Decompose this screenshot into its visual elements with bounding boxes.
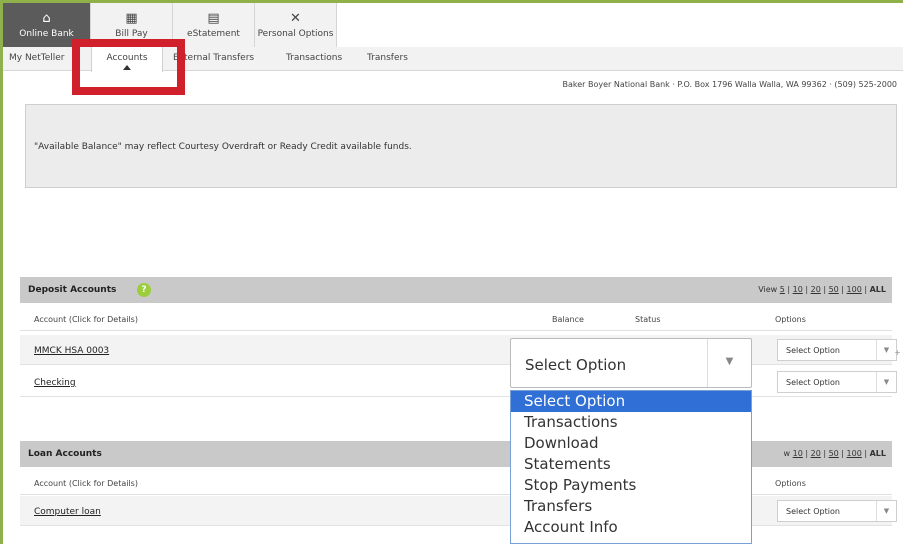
option-transfers[interactable]: Transfers	[511, 496, 751, 517]
options-dropdown[interactable]: Select Option ▼	[510, 338, 752, 388]
section-title: Deposit Accounts	[28, 285, 117, 295]
highlight-box	[72, 39, 185, 95]
tab-label: Personal Options	[257, 28, 334, 39]
view-20-link[interactable]: 20	[811, 285, 821, 294]
option-transactions[interactable]: Transactions	[511, 412, 751, 433]
document-icon: ▤	[207, 10, 220, 26]
view-10-link[interactable]: 10	[793, 449, 803, 458]
option-select-option[interactable]: Select Option	[511, 391, 751, 412]
option-stop-payments[interactable]: Stop Payments	[511, 475, 751, 496]
option-account-info[interactable]: Account Info	[511, 517, 751, 538]
select-label: Select Option	[786, 378, 840, 387]
view-pager: w 10 | 20 | 50 | 100 | ALL	[783, 449, 886, 458]
home-icon: ⌂	[42, 10, 51, 26]
section-title: Loan Accounts	[28, 449, 102, 459]
column-account: Account (Click for Details)	[34, 479, 138, 488]
view-10-link[interactable]: 10	[793, 285, 803, 294]
account-link[interactable]: Computer loan	[34, 507, 101, 517]
subnav-transactions[interactable]: Transactions	[286, 47, 342, 71]
bank-address: Baker Boyer National Bank · P.O. Box 179…	[562, 80, 897, 89]
view-100-link[interactable]: 100	[847, 285, 862, 294]
tab-label: Bill Pay	[115, 28, 148, 39]
options-select[interactable]: Select Option ▼	[777, 371, 897, 393]
select-label: Select Option	[786, 507, 840, 516]
option-statements[interactable]: Statements	[511, 454, 751, 475]
view-pager: View 5 | 10 | 20 | 50 | 100 | ALL	[758, 285, 886, 294]
chevron-down-icon: ▼	[876, 372, 896, 392]
view-50-link[interactable]: 50	[829, 449, 839, 458]
chevron-down-icon: ▼	[707, 339, 751, 387]
options-select[interactable]: Select Option ▼	[777, 339, 897, 361]
deposit-column-header: Account (Click for Details) Balance Stat…	[20, 303, 892, 331]
options-select[interactable]: Select Option ▼	[777, 500, 897, 522]
loan-column-header: Account (Click for Details) Options	[20, 467, 892, 495]
column-options: Options	[775, 479, 806, 488]
deposit-section-header: Deposit Accounts ? View 5 | 10 | 20 | 50…	[20, 277, 892, 303]
help-icon[interactable]: ?	[137, 283, 151, 297]
bill-icon: ▦	[125, 10, 138, 26]
column-options: Options	[775, 315, 806, 324]
account-link[interactable]: Checking	[34, 378, 76, 388]
dropdown-list: Select Option Transactions Download Stat…	[510, 390, 752, 544]
column-account: Account (Click for Details)	[34, 315, 138, 324]
view-20-link[interactable]: 20	[811, 449, 821, 458]
view-50-link[interactable]: 50	[829, 285, 839, 294]
notice-text: "Available Balance" may reflect Courtesy…	[34, 142, 412, 152]
dropdown-selected-label: Select Option	[525, 356, 627, 374]
view-all-link[interactable]: ALL	[870, 285, 886, 294]
account-link[interactable]: MMCK HSA 0003	[34, 346, 109, 356]
tab-label: Online Bank	[19, 28, 74, 39]
view-100-link[interactable]: 100	[847, 449, 862, 458]
scroll-marker: +	[894, 348, 901, 357]
table-row: MMCK HSA 0003 Select Option ▼	[20, 335, 897, 365]
notice-box: "Available Balance" may reflect Courtesy…	[25, 104, 897, 188]
view-5-link[interactable]: 5	[780, 285, 785, 294]
table-row: Computer loan Select Option ▼	[20, 496, 897, 526]
select-label: Select Option	[786, 346, 840, 355]
tab-label: eStatement	[187, 28, 240, 39]
option-download[interactable]: Download	[511, 433, 751, 454]
page: ⌂ Online Bank ▦ Bill Pay ▤ eStatement ✕ …	[0, 0, 903, 544]
table-row: Checking Select Option ▼	[20, 367, 897, 397]
view-all-link[interactable]: ALL	[870, 449, 886, 458]
view-label: View	[758, 285, 778, 294]
subnav-my-netteller[interactable]: My NetTeller	[9, 47, 65, 71]
subnav-external-transfers[interactable]: External Transfers	[173, 47, 254, 71]
column-balance: Balance	[552, 315, 584, 324]
chevron-down-icon: ▼	[876, 501, 896, 521]
tools-icon: ✕	[290, 10, 301, 26]
subnav-transfers[interactable]: Transfers	[367, 47, 408, 71]
loan-section-header: Loan Accounts w 10 | 20 | 50 | 100 | ALL	[20, 441, 892, 467]
tab-personal-options[interactable]: ✕ Personal Options	[255, 3, 337, 47]
column-status: Status	[635, 315, 661, 324]
chevron-down-icon: ▼	[876, 340, 896, 360]
tab-estatement[interactable]: ▤ eStatement	[173, 3, 255, 47]
